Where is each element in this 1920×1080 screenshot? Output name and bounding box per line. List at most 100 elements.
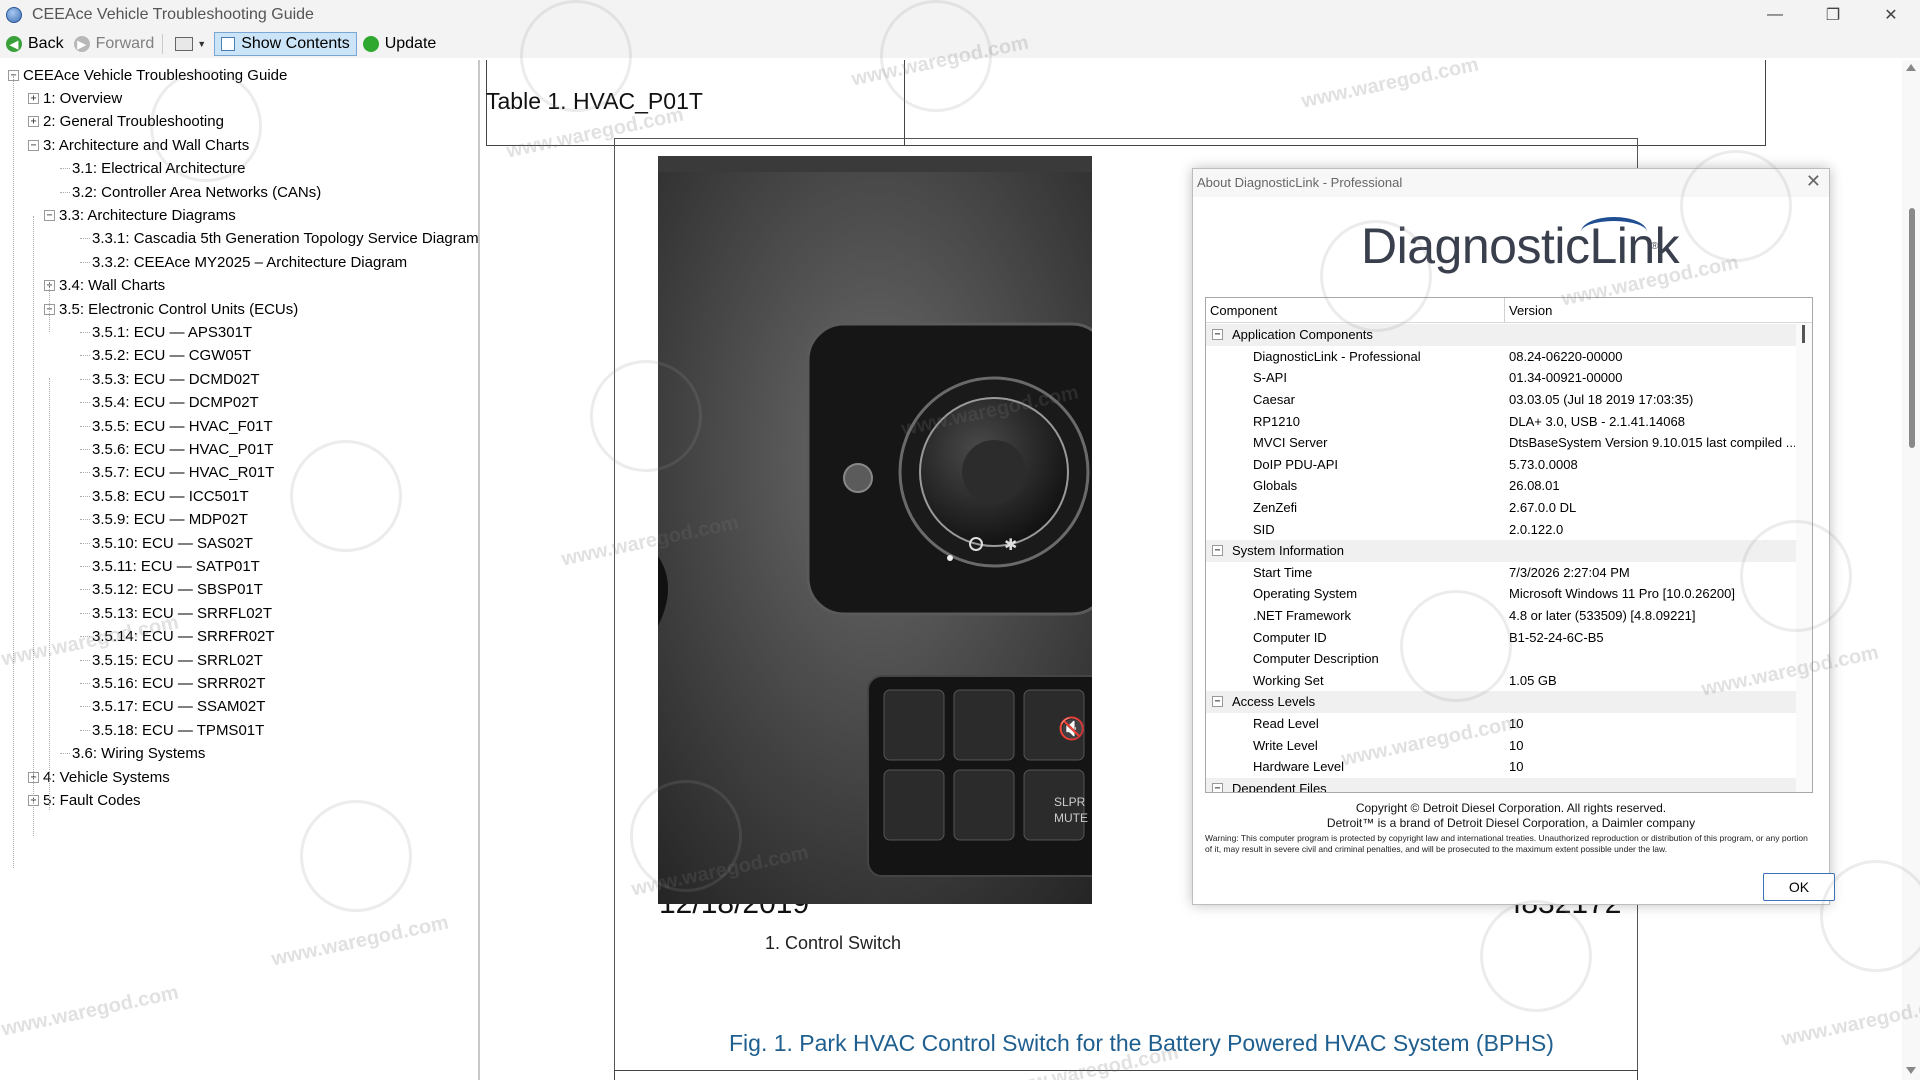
tree-item[interactable]: 3.5.17: ECU — SSAM02T (80, 696, 265, 718)
tree-item-label: 3.5.1: ECU — APS301T (92, 323, 253, 341)
close-button[interactable]: ✕ (1862, 0, 1920, 30)
tree-item[interactable]: −3.5: Electronic Control Units (ECUs) (44, 298, 298, 320)
tree-item[interactable]: +5: Fault Codes (28, 789, 141, 811)
tree-item[interactable]: 3.5.16: ECU — SRRR02T (80, 672, 265, 694)
collapse-icon[interactable]: − (1212, 782, 1223, 792)
grid-row[interactable]: SID 2.0.122.0 (1206, 518, 1796, 540)
tree-connector (80, 448, 90, 450)
tree-item[interactable]: 3.5.12: ECU — SBSP01T (80, 579, 263, 601)
tree-item[interactable]: 3.5.14: ECU — SRRFR02T (80, 626, 275, 648)
ok-button[interactable]: OK (1763, 873, 1835, 901)
tree-item[interactable]: 3.3.1: Cascadia 5th Generation Topology … (80, 228, 478, 250)
grid-row[interactable]: .NET Framework 4.8 or later (533509) [4.8… (1206, 605, 1796, 627)
expand-icon[interactable]: + (28, 116, 39, 128)
tree-item[interactable]: +3.4: Wall Charts (44, 275, 165, 297)
column-version[interactable]: Version (1509, 303, 1552, 318)
component-version: 03.03.05 (Jul 18 2019 17:03:35) (1509, 392, 1694, 408)
show-contents-label: Show Contents (241, 35, 350, 52)
restore-button[interactable]: ❐ (1804, 0, 1862, 30)
grid-scrollbar[interactable] (1796, 323, 1812, 792)
tree-item[interactable]: 3.2: Controller Area Networks (CANs) (60, 181, 321, 203)
back-button[interactable]: ◀ Back (2, 32, 68, 56)
grid-row[interactable]: MVCI Server DtsBaseSystem Version 9.10.01… (1206, 432, 1796, 454)
tree-item-label: 3.5.15: ECU — SRRL02T (92, 651, 263, 669)
component-name: Computer Description (1253, 651, 1379, 667)
collapse-icon[interactable]: − (44, 209, 55, 221)
group-name: Application Components (1232, 327, 1373, 343)
tree-item[interactable]: 3.5.9: ECU — MDP02T (80, 509, 248, 531)
grid-row[interactable]: RP1210 DLA+ 3.0, USB - 2.1.41.14068 (1206, 410, 1796, 432)
tree-item[interactable]: 3.5.1: ECU — APS301T (80, 321, 252, 343)
grid-row[interactable]: DoIP PDU-API 5.73.0.0008 (1206, 454, 1796, 476)
update-button[interactable]: Update (359, 32, 441, 56)
tree-item[interactable]: 3.5.3: ECU — DCMD02T (80, 368, 260, 390)
grid-scroll-thumb[interactable] (1802, 325, 1805, 343)
grid-row[interactable]: Globals 26.08.01 (1206, 475, 1796, 497)
print-dropdown-chevron-icon[interactable]: ▼ (197, 39, 206, 49)
show-contents-button[interactable]: Show Contents (214, 32, 357, 56)
document-scrollbar[interactable] (1902, 60, 1920, 1080)
tree-item-label: 3.3: Architecture Diagrams (59, 206, 236, 224)
tree-item[interactable]: +2: General Troubleshooting (28, 111, 224, 133)
column-component[interactable]: Component (1210, 303, 1277, 318)
print-icon[interactable] (175, 37, 194, 51)
tree-item[interactable]: 3.5.13: ECU — SRRFL02T (80, 602, 272, 624)
grid-row[interactable]: Hardware Level 10 (1206, 756, 1796, 778)
grid-group-row[interactable]: − Application Components (1206, 324, 1796, 346)
minimize-button[interactable]: — (1746, 0, 1804, 30)
grid-group-row[interactable]: − System Information (1206, 540, 1796, 562)
tree-item[interactable]: 3.5.2: ECU — CGW05T (80, 345, 251, 367)
tree-item[interactable]: +1: Overview (28, 87, 122, 109)
forward-button[interactable]: ▶ Forward (70, 32, 159, 56)
tree-root[interactable]: − CEEAce Vehicle Troubleshooting Guide (8, 64, 287, 86)
scrollbar-thumb[interactable] (1909, 208, 1915, 448)
collapse-icon[interactable]: − (1212, 696, 1223, 708)
control-switch-photo: ✱ 🔇 SLPR MUTE (658, 156, 1092, 904)
tree-item[interactable]: 3.3.2: CEEAce MY2025 – Architecture Diag… (80, 251, 407, 273)
tree-item[interactable]: −3.3: Architecture Diagrams (44, 204, 236, 226)
expand-icon[interactable]: + (28, 92, 39, 104)
tree-item[interactable]: 3.5.5: ECU — HVAC_F01T (80, 415, 273, 437)
collapse-icon[interactable]: − (1212, 329, 1223, 341)
grid-row[interactable]: ZenZefi 2.67.0.0 DL (1206, 497, 1796, 519)
tree-item[interactable]: 3.5.15: ECU — SRRL02T (80, 649, 263, 671)
tree-item[interactable]: 3.6: Wiring Systems (60, 743, 205, 765)
about-dialog: About DiagnosticLink - Professional ✕ Di… (1192, 168, 1835, 905)
tree-item-label: 3.5.4: ECU — DCMP02T (92, 394, 259, 412)
tree-item[interactable]: 3.5.6: ECU — HVAC_P01T (80, 438, 273, 460)
collapse-icon[interactable]: − (1212, 545, 1223, 557)
tree-item[interactable]: 3.5.8: ECU — ICC501T (80, 485, 249, 507)
component-version: 10 (1509, 759, 1524, 775)
brand-text: Detroit™ is a brand of Detroit Diesel Co… (1326, 816, 1696, 830)
registered-mark: ® (1651, 241, 1659, 252)
tree-item[interactable]: 3.5.10: ECU — SAS02T (80, 532, 253, 554)
dialog-close-icon[interactable]: ✕ (1806, 171, 1821, 192)
grid-row[interactable]: S-API 01.34-00921-00000 (1206, 367, 1796, 389)
grid-row[interactable]: DiagnosticLink - Professional 08.24-06220… (1206, 346, 1796, 368)
grid-row[interactable]: Read Level 10 (1206, 713, 1796, 735)
tree-item[interactable]: 3.5.11: ECU — SATP01T (80, 555, 260, 577)
tree-item-label: 2: General Troubleshooting (43, 113, 224, 131)
tree-item[interactable]: 3.5.18: ECU — TPMS01T (80, 719, 264, 741)
tree-item[interactable]: 3.1: Electrical Architecture (60, 158, 245, 180)
version-grid[interactable]: Component Version − Application Component… (1205, 297, 1813, 793)
grid-row[interactable]: Operating System Microsoft Windows 11 Pro… (1206, 583, 1796, 605)
scroll-up-arrow-icon[interactable] (1906, 64, 1916, 71)
tree-item[interactable]: −3: Architecture and Wall Charts (28, 134, 249, 156)
collapse-icon[interactable]: − (28, 139, 39, 151)
toolbar-separator (162, 34, 164, 54)
tree-item[interactable]: 3.5.4: ECU — DCMP02T (80, 392, 259, 414)
grid-row[interactable]: Computer ID B1-52-24-6C-B5 (1206, 626, 1796, 648)
grid-row[interactable]: Start Time 7/3/2026 2:27:04 PM (1206, 562, 1796, 584)
grid-row[interactable]: Write Level 10 (1206, 734, 1796, 756)
window-controls: — ❐ ✕ (1746, 0, 1920, 30)
grid-group-row[interactable]: − Dependent Files (1206, 777, 1796, 792)
tree-item-label: 4: Vehicle Systems (43, 768, 170, 786)
grid-row[interactable]: Computer Description (1206, 648, 1796, 670)
grid-row[interactable]: Working Set 1.05 GB (1206, 670, 1796, 692)
grid-group-row[interactable]: − Access Levels (1206, 691, 1796, 713)
scroll-down-arrow-icon[interactable] (1906, 1067, 1916, 1074)
tree-connector (60, 753, 70, 755)
tree-item[interactable]: 3.5.7: ECU — HVAC_R01T (80, 462, 274, 484)
grid-row[interactable]: Caesar 03.03.05 (Jul 18 2019 17:03:35) (1206, 389, 1796, 411)
